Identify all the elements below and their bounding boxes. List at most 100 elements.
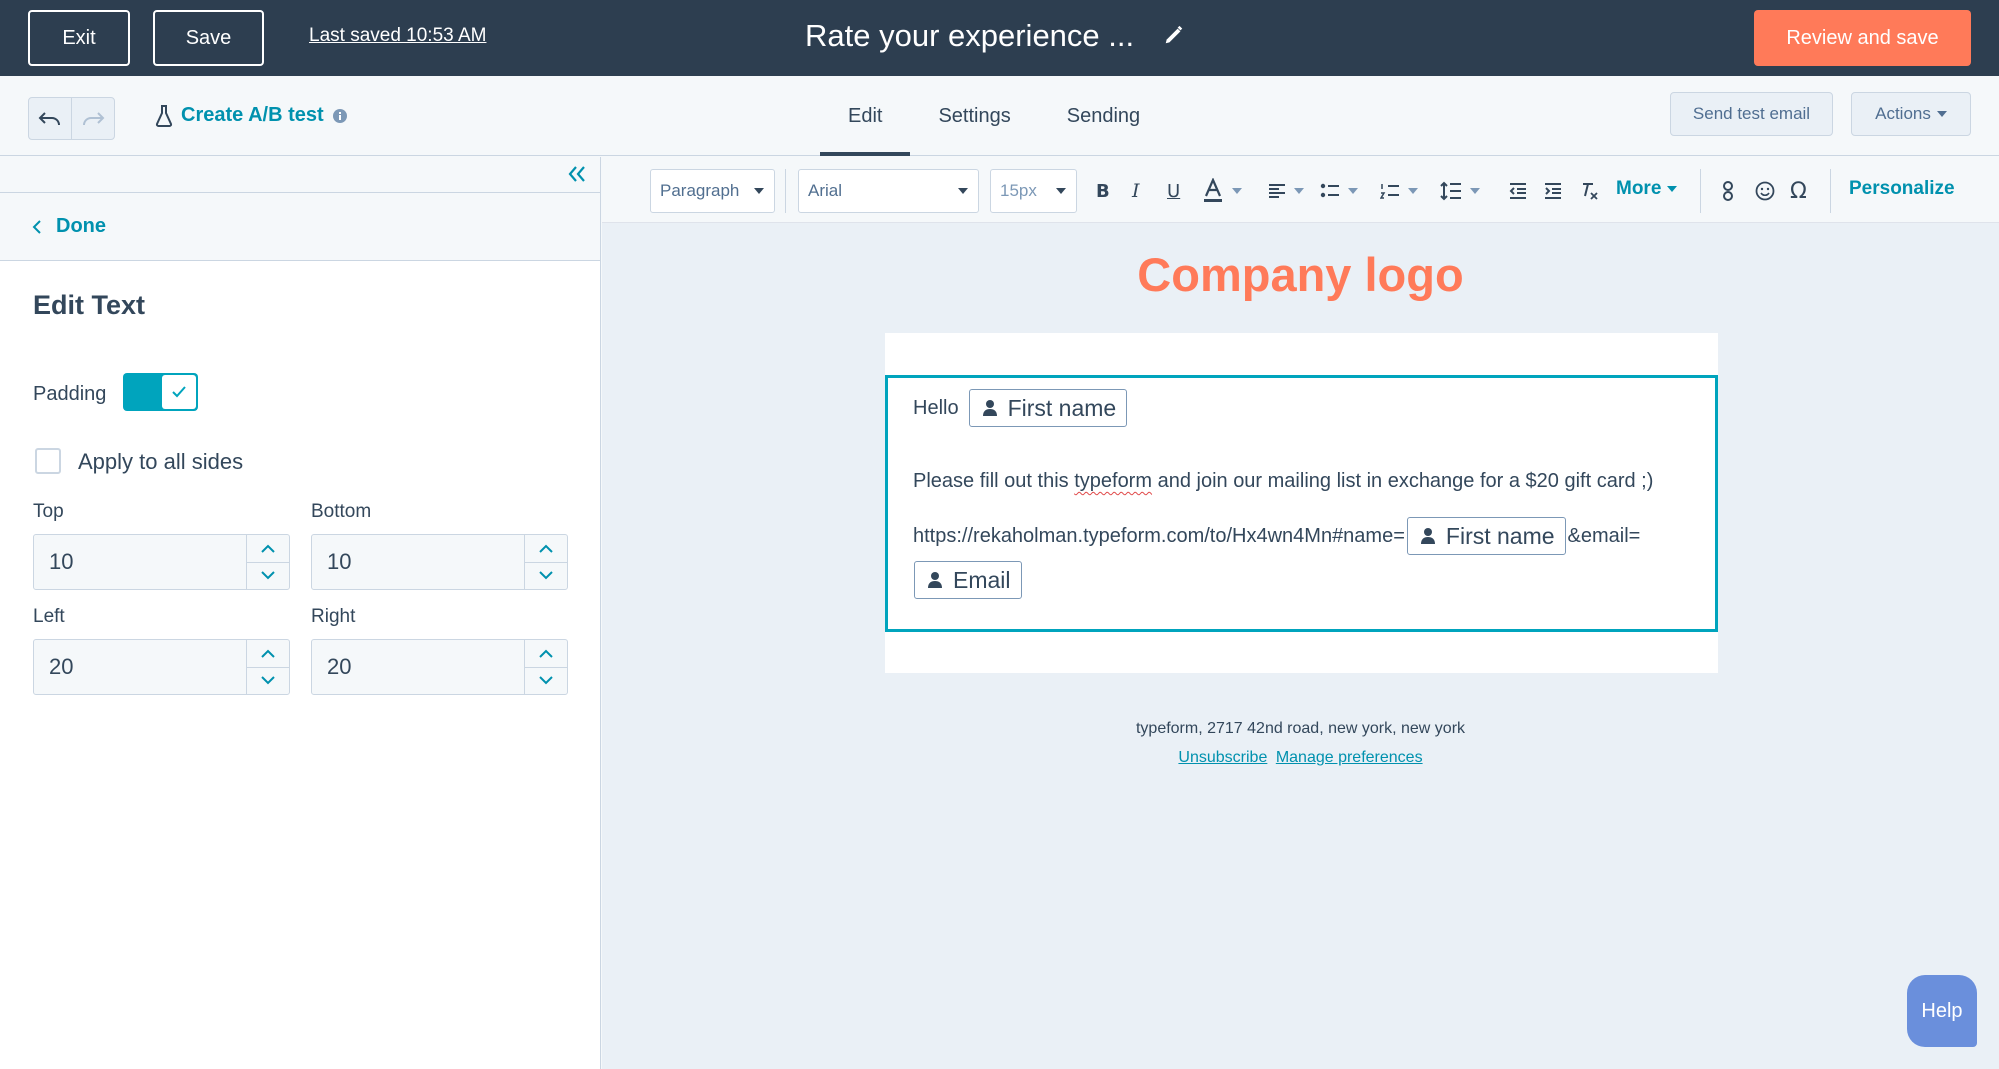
email-token-label: Email: [953, 566, 1011, 593]
chevron-left-icon: [32, 219, 41, 234]
undo-redo-group: [28, 97, 115, 140]
body-typeform-word: typeform: [1074, 470, 1153, 492]
email-title: Rate your experience ...: [805, 18, 1135, 53]
font-family-select[interactable]: Arial: [798, 169, 979, 213]
line-height-icon[interactable]: [1440, 177, 1480, 205]
outdent-icon[interactable]: [1509, 177, 1527, 205]
check-icon: [172, 386, 186, 398]
manage-preferences-link[interactable]: Manage preferences: [1276, 749, 1423, 766]
padding-label: Padding: [33, 383, 107, 405]
caret-down-icon: [1056, 188, 1066, 194]
caret-down-icon: [1667, 186, 1678, 192]
bottom-padding-input[interactable]: [312, 535, 524, 589]
emoji-icon[interactable]: [1755, 177, 1775, 205]
chevron-down-icon: [539, 676, 553, 685]
greeting-line: Hello First name: [913, 389, 1128, 427]
more-label: More: [1616, 178, 1662, 199]
italic-icon[interactable]: I: [1132, 177, 1140, 205]
tab-edit[interactable]: Edit: [820, 76, 911, 156]
url-line: https://rekaholman.typeform.com/to/Hx4wn…: [913, 517, 1640, 555]
block-style-value: Paragraph: [660, 181, 740, 200]
underline-icon[interactable]: U: [1167, 177, 1180, 205]
padding-toggle[interactable]: [123, 373, 198, 411]
url-text: https://rekaholman.typeform.com/to/Hx4wn…: [913, 524, 1405, 547]
caret-down-icon: [754, 188, 764, 194]
caret-down-icon: [958, 188, 968, 194]
help-button[interactable]: Help: [1907, 975, 1977, 1047]
flask-icon: [155, 104, 173, 127]
font-size-value: 15px: [1000, 181, 1037, 200]
rich-text-toolbar: Paragraph Arial 15px B I U More Ω Person…: [602, 157, 1999, 223]
increment-button[interactable]: [525, 535, 567, 562]
bulleted-list-icon[interactable]: [1320, 177, 1358, 205]
send-test-email-button[interactable]: Send test email: [1670, 92, 1833, 136]
left-padding-input[interactable]: [34, 640, 246, 694]
top-padding-field: [33, 534, 290, 590]
undo-button[interactable]: [29, 98, 71, 139]
pencil-icon[interactable]: [1163, 24, 1185, 46]
personalize-button[interactable]: Personalize: [1849, 178, 1955, 200]
special-character-icon[interactable]: Ω: [1790, 177, 1807, 205]
actions-label: Actions: [1875, 104, 1931, 123]
email-token[interactable]: Email: [914, 561, 1022, 599]
top-padding-input[interactable]: [34, 535, 246, 589]
link-icon[interactable]: [1722, 177, 1734, 205]
align-icon[interactable]: [1268, 177, 1304, 205]
tab-settings[interactable]: Settings: [910, 76, 1038, 156]
chevron-up-icon: [261, 649, 275, 658]
bold-icon[interactable]: B: [1096, 177, 1110, 205]
panel-title: Edit Text: [33, 290, 146, 320]
decrement-button[interactable]: [525, 666, 567, 695]
chevron-down-icon: [261, 571, 275, 580]
increment-button[interactable]: [247, 640, 289, 667]
decrement-button[interactable]: [247, 666, 289, 695]
exit-button[interactable]: Exit: [28, 10, 130, 66]
person-icon: [928, 572, 942, 588]
toolbar-divider: [1700, 169, 1701, 213]
ab-test-label: Create A/B test: [181, 104, 324, 126]
review-and-save-button[interactable]: Review and save: [1754, 10, 1971, 66]
body-text-after: and join our mailing list in exchange fo…: [1152, 470, 1654, 492]
save-button[interactable]: Save: [153, 10, 264, 66]
tab-sending[interactable]: Sending: [1039, 76, 1168, 156]
increment-button[interactable]: [247, 535, 289, 562]
redo-button[interactable]: [71, 98, 114, 139]
first-name-token[interactable]: First name: [968, 389, 1128, 427]
numbered-list-icon[interactable]: [1380, 177, 1418, 205]
bottom-padding-stepper: [524, 535, 567, 589]
email-param-text: &email=: [1567, 524, 1641, 547]
text-color-icon[interactable]: [1202, 177, 1242, 205]
decrement-button[interactable]: [525, 561, 567, 590]
right-padding-field: [311, 639, 568, 695]
hello-text: Hello: [913, 396, 959, 419]
unsubscribe-link[interactable]: Unsubscribe: [1178, 749, 1267, 766]
font-family-value: Arial: [808, 181, 843, 200]
collapse-panel-icon[interactable]: [566, 163, 588, 185]
increment-button[interactable]: [525, 640, 567, 667]
redo-icon: [83, 111, 105, 125]
last-saved-link[interactable]: Last saved 10:53 AM: [309, 25, 486, 47]
decrement-button[interactable]: [247, 561, 289, 590]
create-ab-test-link[interactable]: Create A/B test: [155, 104, 348, 127]
email-editor: Paragraph Arial 15px B I U More Ω Person…: [602, 157, 1999, 1069]
text-module-selected[interactable]: Hello First name Please fill out this ty…: [885, 375, 1718, 632]
bottom-padding-field: [311, 534, 568, 590]
clear-formatting-icon[interactable]: [1580, 177, 1600, 205]
info-icon[interactable]: [332, 108, 348, 124]
chevron-up-icon: [539, 544, 553, 553]
body-line: Please fill out this typeform and join o…: [913, 470, 1653, 493]
actions-dropdown[interactable]: Actions: [1851, 92, 1971, 136]
chevron-down-icon: [261, 676, 275, 685]
font-size-select[interactable]: 15px: [990, 169, 1077, 213]
done-link[interactable]: Done: [0, 193, 600, 261]
toggle-knob: [162, 375, 196, 409]
top-label: Top: [33, 501, 64, 522]
indent-icon[interactable]: [1544, 177, 1562, 205]
apply-all-sides-checkbox[interactable]: [35, 448, 61, 474]
chevron-down-icon: [539, 571, 553, 580]
footer-address: typeform, 2717 42nd road, new york, new …: [1135, 720, 1466, 737]
first-name-token[interactable]: First name: [1406, 517, 1566, 555]
block-style-select[interactable]: Paragraph: [650, 169, 775, 213]
right-padding-input[interactable]: [312, 640, 524, 694]
more-dropdown[interactable]: More: [1616, 178, 1678, 200]
